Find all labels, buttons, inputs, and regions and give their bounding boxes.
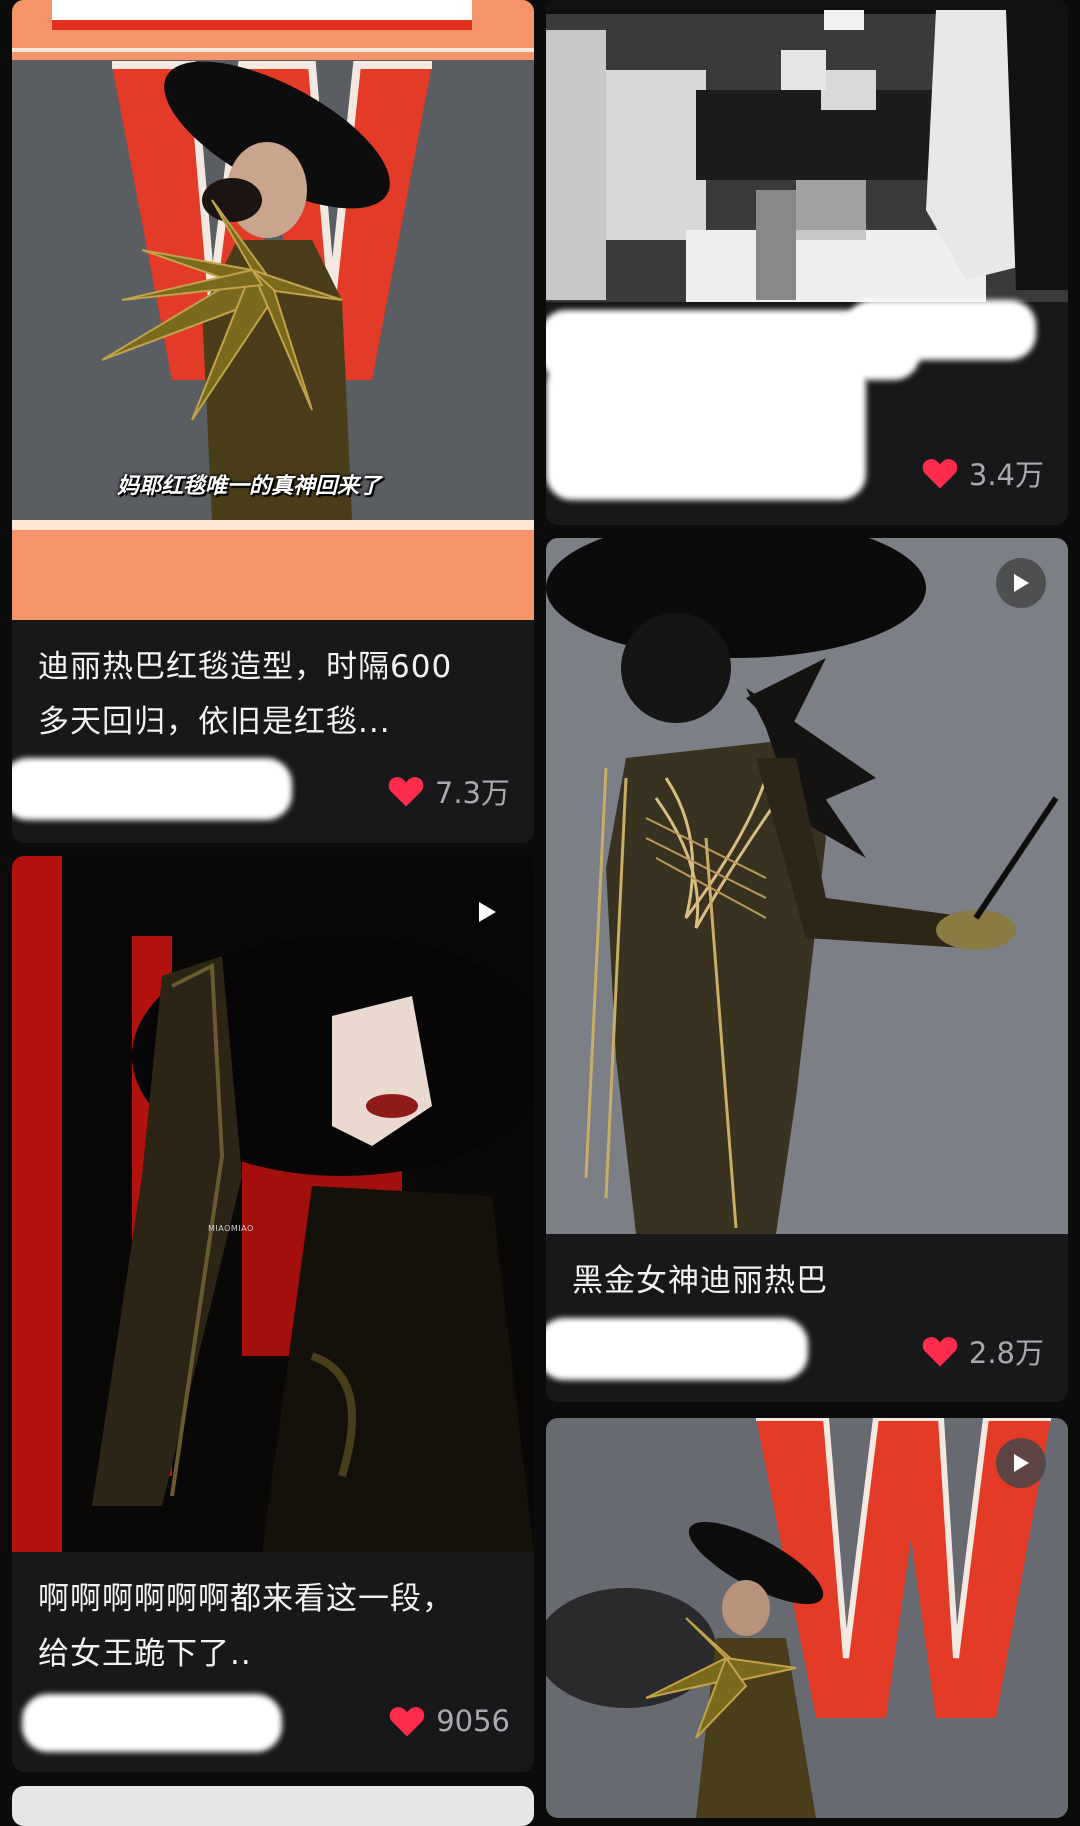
- card-1-title[interactable]: 迪丽热巴红毯造型，时隔600 多天回归，依旧是红毯...: [38, 640, 514, 750]
- card-3-image: [546, 538, 1068, 1234]
- card-4-image: [12, 856, 534, 1552]
- card-3-like-count: 2.8万: [968, 1336, 1044, 1370]
- card-5-image: [546, 1418, 1068, 1818]
- card-3-likes[interactable]: 2.8万: [921, 1330, 1044, 1372]
- redacted-author: [546, 1318, 808, 1380]
- card-1-likes[interactable]: 7.3万: [387, 770, 510, 812]
- card-4-like-count: 9056: [436, 1704, 510, 1738]
- play-icon[interactable]: [996, 1438, 1046, 1488]
- card-3-thumbnail[interactable]: [546, 538, 1068, 1234]
- card-4-title-line2: 给女王跪下了..: [38, 1636, 252, 1672]
- card-1-thumbnail[interactable]: 妈耶红毯唯一的真神回来了: [12, 0, 534, 620]
- card-1-title-line2: 多天回归，依旧是红毯...: [38, 704, 391, 740]
- feed-card-1[interactable]: 妈耶红毯唯一的真神回来了 迪丽热巴红毯造型，时隔600 多天回归，依旧是红毯..…: [12, 0, 534, 843]
- card-2-thumbnail[interactable]: [546, 0, 1068, 302]
- card-1-meta: 7.3万: [12, 758, 534, 820]
- card-4-title[interactable]: 啊啊啊啊啊啊都来看这一段， 给女王跪下了..: [38, 1572, 514, 1682]
- heart-icon: [922, 1337, 958, 1367]
- card-4-thumbnail[interactable]: MIAOMIAO: [12, 856, 534, 1552]
- card-2-like-count: 3.4万: [968, 458, 1044, 492]
- feed-card-4[interactable]: MIAOMIAO 啊啊啊啊啊啊都来看这一段， 给女王跪下了.. 9056: [12, 856, 534, 1772]
- card-1-title-line1: 迪丽热巴红毯造型，时隔600: [38, 649, 453, 685]
- feed-card-2[interactable]: 3.4万: [546, 0, 1068, 525]
- redacted-title-extra: [846, 300, 1036, 360]
- card-4-title-line1: 啊啊啊啊啊啊都来看这一段，: [38, 1581, 454, 1617]
- redacted-author: [12, 758, 292, 820]
- card-5-thumbnail[interactable]: [546, 1418, 1068, 1818]
- heart-icon: [389, 1707, 425, 1737]
- card-1-like-count: 7.3万: [434, 776, 510, 810]
- card-2-meta: 3.4万: [546, 440, 1068, 500]
- feed-card-3[interactable]: 黑金女神迪丽热巴 2.8万: [546, 538, 1068, 1402]
- feed-card-5[interactable]: [546, 1418, 1068, 1818]
- redacted-author: [22, 1694, 282, 1752]
- card-3-title[interactable]: 黑金女神迪丽热巴: [572, 1254, 1048, 1309]
- heart-icon: [922, 459, 958, 489]
- card-2-likes[interactable]: 3.4万: [921, 452, 1044, 494]
- card-4-likes[interactable]: 9056: [388, 1704, 510, 1738]
- play-icon[interactable]: [996, 558, 1046, 608]
- play-icon[interactable]: [476, 900, 498, 924]
- feed-card-next-left[interactable]: [12, 1786, 534, 1826]
- video-overlay-caption: 妈耶红毯唯一的真神回来了: [117, 474, 382, 499]
- card-4-meta: 9056: [12, 1692, 534, 1752]
- card-2-image: [546, 0, 1068, 302]
- card-1-image: [12, 0, 534, 620]
- watermark-text: MIAOMIAO: [208, 1224, 254, 1233]
- heart-icon: [388, 777, 424, 807]
- card-3-meta: 2.8万: [546, 1318, 1068, 1380]
